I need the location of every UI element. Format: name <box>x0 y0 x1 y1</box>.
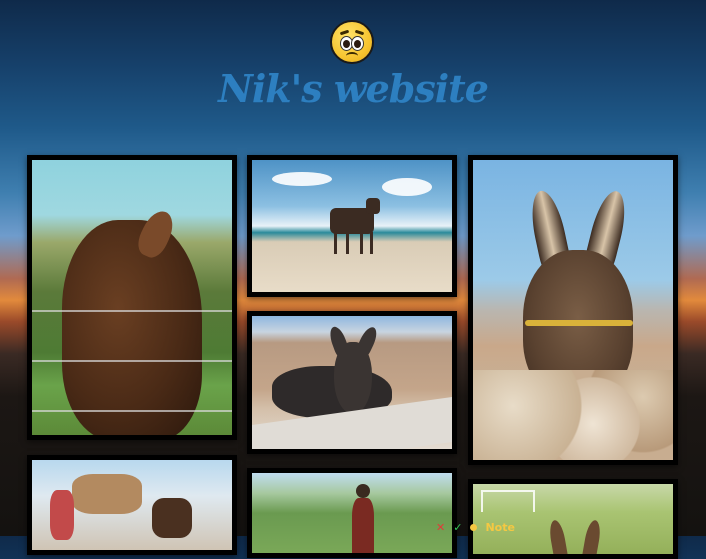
note-dot-icon <box>470 523 478 531</box>
annotation-toolbar: ✕ ✓ Note <box>436 519 515 535</box>
pleading-face-icon <box>330 20 374 64</box>
gallery-photo-person-on-hill[interactable] <box>247 468 457 558</box>
gallery-photo-donkey-portrait[interactable] <box>468 155 678 465</box>
close-icon[interactable]: ✕ <box>436 521 445 534</box>
site-title: Nik's website <box>218 66 489 111</box>
gallery-photo-donkey-on-beach[interactable] <box>247 155 457 297</box>
gallery-photo-donkey-by-fence[interactable] <box>27 155 237 440</box>
gallery-photo-pack-donkey[interactable] <box>27 455 237 555</box>
note-button[interactable]: Note <box>485 521 514 534</box>
gallery-photo-donkey-behind-wall[interactable] <box>247 311 457 454</box>
check-icon[interactable]: ✓ <box>453 521 462 534</box>
